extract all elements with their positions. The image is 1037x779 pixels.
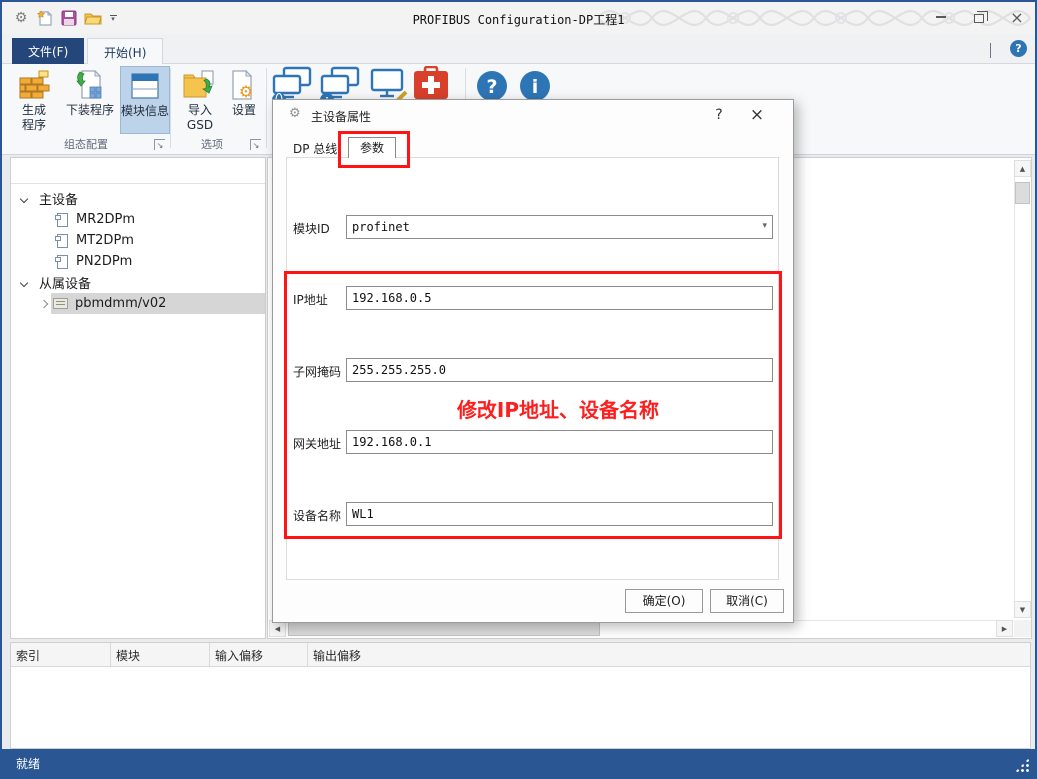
device-doc-icon	[57, 213, 68, 227]
module-info-label: 模块信息	[121, 104, 169, 119]
ribbon-tab-row: 文件(F) 开始(H) ?	[2, 34, 1035, 64]
restore-button[interactable]	[962, 2, 996, 32]
dialog-close-button[interactable]: ×	[745, 104, 769, 126]
tree-section-master[interactable]: 主设备	[11, 188, 265, 209]
device-doc-icon	[57, 234, 68, 248]
device-tree-panel: 主设备 MR2DPm MT2DPm PN2DPm 从属设备 pbmdmm/v02	[10, 157, 266, 639]
tree-section-slave[interactable]: 从属设备	[11, 272, 265, 293]
column-header-index[interactable]: 索引	[11, 643, 111, 667]
minimize-icon	[936, 16, 946, 18]
scroll-up-button[interactable]: ▲	[1014, 160, 1031, 177]
settings-label: 设置	[232, 103, 256, 118]
device-name-label: 设备名称	[293, 507, 341, 524]
dialog-title: 主设备属性	[311, 108, 371, 125]
generate-program-label: 生成 程序	[22, 103, 46, 133]
svg-text:i: i	[532, 76, 539, 98]
tree-item-mr2dpm[interactable]: MR2DPm	[11, 209, 265, 230]
import-gsd-label: 导入 GSD	[187, 103, 213, 133]
collapse-ribbon-button[interactable]	[990, 44, 991, 58]
bricks-icon	[17, 69, 51, 101]
scroll-right-button[interactable]: ▶	[996, 620, 1013, 637]
column-header-module[interactable]: 模块	[111, 643, 210, 667]
restore-icon	[974, 14, 984, 23]
chevron-right-icon[interactable]	[40, 299, 48, 307]
download-program-label: 下装程序	[66, 103, 114, 118]
tab-dp-bus[interactable]: DP 总线	[293, 140, 337, 157]
status-text: 就绪	[16, 755, 40, 772]
device-doc-icon	[57, 255, 68, 269]
table-header-row: 索引 模块 输入偏移 输出偏移	[11, 643, 1030, 667]
tree-item-pbmdmm[interactable]: pbmdmm/v02	[11, 293, 265, 314]
tab-parameters[interactable]: 参数	[348, 137, 396, 158]
tab-home[interactable]: 开始(H)	[87, 38, 163, 65]
settings-icon: ⚙	[229, 69, 259, 101]
io-mapping-table: 索引 模块 输入偏移 输出偏移	[10, 642, 1031, 749]
tree-item-label: PN2DPm	[76, 254, 132, 269]
svg-text:?: ?	[486, 76, 497, 98]
module-info-button[interactable]: 模块信息	[120, 66, 170, 134]
app-window: ⚙ ▾ PROFIBUS Configuration-DP工程1 × 文件(F)…	[0, 0, 1037, 779]
tree-item-pn2dpm[interactable]: PN2DPm	[11, 251, 265, 272]
group-config-launcher-icon[interactable]: ↘	[154, 139, 165, 150]
resize-grip[interactable]	[1015, 758, 1029, 772]
chevron-down-icon[interactable]	[20, 278, 28, 286]
annotation-text: 修改IP地址、设备名称	[433, 394, 683, 423]
group-label-options: 选项	[174, 136, 250, 152]
status-bar: 就绪	[2, 749, 1035, 777]
tree-panel-header	[11, 158, 265, 184]
ribbon-separator	[266, 68, 267, 148]
tab-file[interactable]: 文件(F)	[12, 38, 84, 64]
import-gsd-icon	[182, 69, 218, 101]
device-name-input[interactable]	[346, 502, 773, 526]
column-header-input-offset[interactable]: 输入偏移	[210, 643, 308, 667]
subnet-mask-label: 子网掩码	[293, 363, 341, 380]
import-gsd-button[interactable]: 导入 GSD	[176, 66, 224, 134]
module-id-combobox[interactable]	[346, 215, 773, 239]
tree-item-label: MT2DPm	[76, 233, 134, 248]
tree-item-label: pbmdmm/v02	[75, 296, 166, 311]
slave-device-icon	[53, 298, 68, 309]
info-icon: i	[518, 69, 552, 103]
dialog-gear-icon: ⚙	[289, 106, 301, 121]
scroll-down-button[interactable]: ▼	[1014, 601, 1031, 618]
generate-program-button[interactable]: 生成 程序	[10, 66, 58, 134]
tree-item-label: MR2DPm	[76, 212, 135, 227]
table-body-empty	[11, 667, 1030, 748]
ip-address-label: IP地址	[293, 291, 328, 308]
combo-dropdown-icon[interactable]: ▾	[762, 221, 767, 231]
help-icon: ?	[475, 69, 509, 103]
tree-section-label: 从属设备	[39, 273, 91, 292]
title-bar: ⚙ ▾ PROFIBUS Configuration-DP工程1 ×	[2, 2, 1035, 34]
ip-address-input[interactable]	[346, 286, 773, 310]
module-id-label: 模块ID	[293, 220, 330, 237]
chevron-down-icon[interactable]	[20, 194, 28, 202]
chevron-up-icon	[990, 43, 991, 58]
master-device-properties-dialog: ⚙ 主设备属性 ? × DP 总线 参数 模块ID ▾ IP地址 子网掩码 修改…	[272, 99, 794, 623]
gateway-address-input[interactable]	[346, 430, 773, 454]
ribbon-separator	[170, 68, 171, 148]
minimize-button[interactable]	[924, 2, 958, 32]
cancel-button[interactable]: 取消(C)	[710, 589, 784, 613]
svg-text:⚙: ⚙	[239, 82, 253, 101]
tree-section-label: 主设备	[39, 189, 78, 208]
group-label-config: 组态配置	[10, 136, 162, 152]
gateway-address-label: 网关地址	[293, 435, 341, 452]
group-options-launcher-icon[interactable]: ↘	[250, 139, 261, 150]
vertical-scrollbar-track[interactable]	[1014, 177, 1031, 601]
dialog-help-button[interactable]: ?	[707, 104, 731, 126]
download-program-icon	[73, 69, 107, 101]
ok-button[interactable]: 确定(O)	[625, 589, 703, 613]
module-info-icon	[128, 70, 162, 102]
close-button[interactable]: ×	[1000, 2, 1034, 32]
scrollbar-corner	[1014, 620, 1031, 637]
subnet-mask-input[interactable]	[346, 358, 773, 382]
settings-button[interactable]: ⚙ 设置	[224, 66, 264, 134]
download-program-button[interactable]: 下装程序	[62, 66, 118, 134]
tree-item-mt2dpm[interactable]: MT2DPm	[11, 230, 265, 251]
window-title: PROFIBUS Configuration-DP工程1	[2, 11, 1035, 28]
column-header-output-offset[interactable]: 输出偏移	[308, 643, 421, 667]
ribbon-help-button[interactable]: ?	[1010, 40, 1027, 57]
